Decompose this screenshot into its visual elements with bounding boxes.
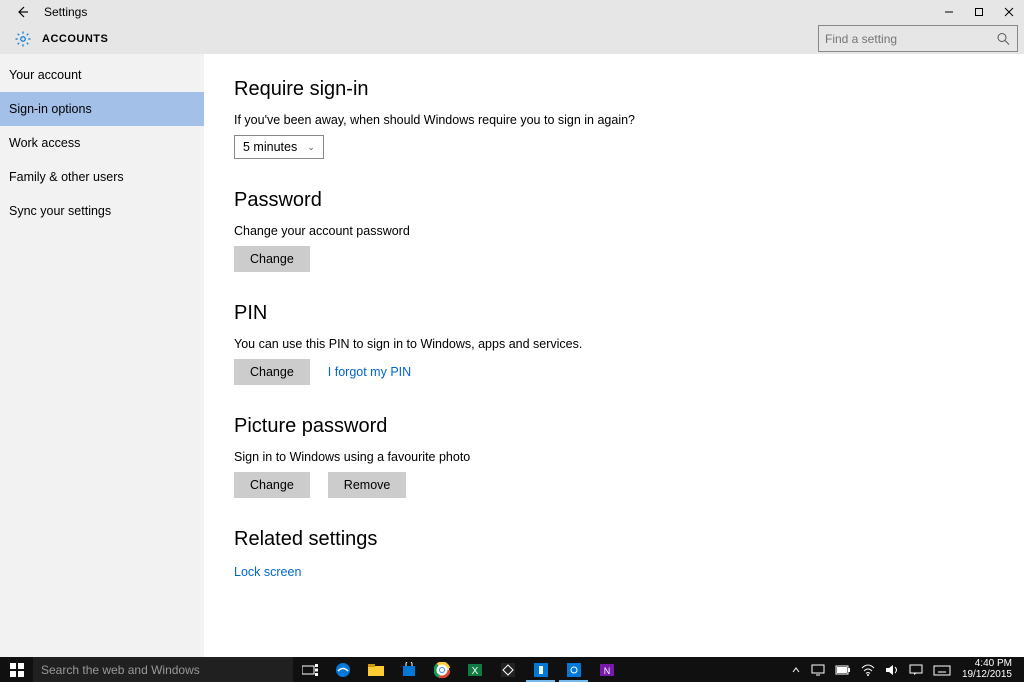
sidebar-item-your-account[interactable]: Your account: [0, 58, 204, 92]
sidebar: Your account Sign-in options Work access…: [0, 54, 204, 657]
picture-password-desc: Sign in to Windows using a favourite pho…: [234, 450, 1024, 464]
header: ACCOUNTS: [0, 24, 1024, 54]
window-title: Settings: [44, 5, 87, 19]
picture-password-change-button[interactable]: Change: [234, 472, 310, 498]
chevron-down-icon: ⌄: [307, 142, 315, 153]
taskbar-app-settings[interactable]: [557, 657, 590, 682]
taskbar-clock[interactable]: 4:40 PM 19/12/2015: [956, 659, 1018, 680]
pin-heading: PIN: [234, 302, 1024, 325]
pin-desc: You can use this PIN to sign in to Windo…: [234, 337, 1024, 351]
require-signin-dropdown[interactable]: 5 minutes ⌄: [234, 135, 324, 159]
svg-text:X: X: [471, 666, 478, 677]
sidebar-item-sync-your-settings[interactable]: Sync your settings: [0, 194, 204, 228]
tray-display-icon[interactable]: [806, 657, 830, 682]
taskbar-app-onenote[interactable]: N: [590, 657, 623, 682]
show-desktop-button[interactable]: [1018, 657, 1024, 682]
require-signin-heading: Require sign-in: [234, 78, 1024, 101]
taskbar-app-excel[interactable]: X: [458, 657, 491, 682]
sidebar-item-sign-in-options[interactable]: Sign-in options: [0, 92, 204, 126]
picture-password-remove-button[interactable]: Remove: [328, 472, 407, 498]
start-button[interactable]: [0, 657, 33, 682]
taskbar-app-store[interactable]: [392, 657, 425, 682]
content: Require sign-in If you've been away, whe…: [204, 54, 1024, 657]
password-heading: Password: [234, 189, 1024, 212]
task-view-button[interactable]: [293, 664, 326, 676]
tray-action-center-icon[interactable]: [904, 657, 928, 682]
taskbar-app-generic-1[interactable]: [524, 657, 557, 682]
taskbar-app-unity[interactable]: [491, 657, 524, 682]
search-icon: [997, 32, 1010, 45]
lock-screen-link[interactable]: Lock screen: [234, 565, 301, 579]
section-title: ACCOUNTS: [42, 33, 108, 45]
sidebar-item-family-other-users[interactable]: Family & other users: [0, 160, 204, 194]
forgot-pin-link[interactable]: I forgot my PIN: [328, 365, 411, 379]
require-signin-desc: If you've been away, when should Windows…: [234, 113, 1024, 127]
dropdown-value: 5 minutes: [243, 140, 297, 154]
taskbar-app-chrome[interactable]: [425, 657, 458, 682]
gear-icon: [14, 30, 32, 48]
close-button[interactable]: [994, 0, 1024, 24]
titlebar: Settings: [0, 0, 1024, 24]
minimize-button[interactable]: [934, 0, 964, 24]
search-input[interactable]: [818, 25, 1018, 52]
taskbar-search[interactable]: Search the web and Windows: [33, 657, 293, 682]
maximize-button[interactable]: [964, 0, 994, 24]
tray-overflow-icon[interactable]: [786, 657, 806, 682]
clock-date: 19/12/2015: [962, 670, 1012, 681]
tray-volume-icon[interactable]: [880, 657, 904, 682]
pin-change-button[interactable]: Change: [234, 359, 310, 385]
tray-battery-icon[interactable]: [830, 657, 856, 682]
related-settings-heading: Related settings: [234, 528, 1024, 551]
password-change-button[interactable]: Change: [234, 246, 310, 272]
password-desc: Change your account password: [234, 224, 1024, 238]
tray-wifi-icon[interactable]: [856, 657, 880, 682]
taskbar: Search the web and Windows X N 4:40 PM 1…: [0, 657, 1024, 682]
back-button[interactable]: [15, 5, 29, 19]
taskbar-search-placeholder: Search the web and Windows: [41, 663, 200, 677]
taskbar-app-explorer[interactable]: [359, 657, 392, 682]
svg-text:N: N: [603, 666, 610, 676]
picture-password-heading: Picture password: [234, 415, 1024, 438]
taskbar-app-edge[interactable]: [326, 657, 359, 682]
clock-time: 4:40 PM: [962, 659, 1012, 670]
tray-keyboard-icon[interactable]: [928, 657, 956, 682]
sidebar-item-work-access[interactable]: Work access: [0, 126, 204, 160]
